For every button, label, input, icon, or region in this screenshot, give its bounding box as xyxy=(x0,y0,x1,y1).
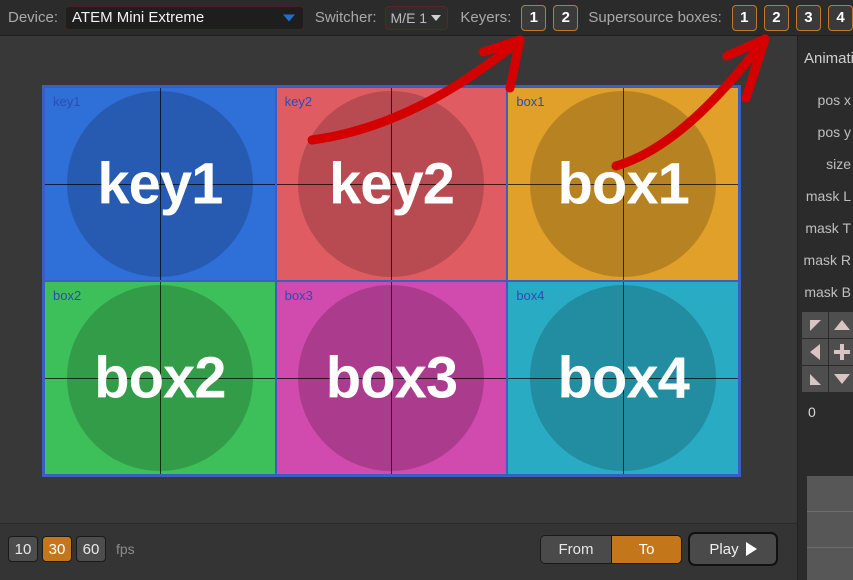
cell-title: box2 xyxy=(94,345,226,411)
cell-corner-label: box1 xyxy=(516,94,545,109)
app-window: Device: ATEM Mini Extreme Switcher: M/E … xyxy=(0,0,853,580)
box-grid: key1 key1 key2 key2 box1 box1 box2 box2 … xyxy=(42,85,741,477)
cell-corner-label: key1 xyxy=(53,94,81,109)
animation-sidebar: Animation pos x pos y size mask L mask T… xyxy=(797,36,853,580)
grid-cell-box4[interactable]: box4 box4 xyxy=(507,281,739,475)
grid-cell-box2[interactable]: box2 box2 xyxy=(44,281,276,475)
switcher-dropdown[interactable]: M/E 1 xyxy=(384,5,449,30)
fps-unit-label: fps xyxy=(116,541,135,557)
keyer-button-1[interactable]: 1 xyxy=(521,4,547,31)
property-row-mask-b[interactable]: mask B xyxy=(798,276,853,308)
sidebar-title: Animation xyxy=(804,50,853,67)
fps-button-30[interactable]: 30 xyxy=(42,536,72,562)
keyframe-list xyxy=(807,476,853,580)
supersource-button-4[interactable]: 4 xyxy=(827,4,853,31)
grid-cell-key2[interactable]: key2 key2 xyxy=(275,87,508,281)
property-rows: pos x pos y size mask L mask T mask R ma… xyxy=(798,84,853,308)
cell-title: key2 xyxy=(328,151,455,217)
list-item[interactable] xyxy=(807,548,853,580)
switcher-dropdown-value: M/E 1 xyxy=(390,9,428,26)
arrow-left-icon xyxy=(810,344,820,360)
grid-cell-box3[interactable]: box3 box3 xyxy=(275,281,508,475)
device-dropdown-value: ATEM Mini Extreme xyxy=(72,9,205,26)
cell-title: box1 xyxy=(557,151,689,217)
play-button-label: Play xyxy=(709,540,739,558)
chevron-down-icon xyxy=(282,14,295,21)
supersource-label: Supersource boxes: xyxy=(588,9,722,26)
list-item[interactable] xyxy=(807,476,853,512)
cell-corner-label: box3 xyxy=(284,288,313,303)
cell-corner-label: key2 xyxy=(284,94,313,109)
animation-value: 0 xyxy=(808,404,816,420)
fps-button-10[interactable]: 10 xyxy=(8,536,38,562)
arrow-up-button[interactable] xyxy=(829,312,853,338)
property-row-pos-x[interactable]: pos x xyxy=(798,84,853,116)
from-button[interactable]: From xyxy=(541,536,611,563)
center-button[interactable] xyxy=(829,339,853,365)
from-to-toggle: From To xyxy=(540,535,682,564)
switcher-label: Switcher: xyxy=(314,9,377,26)
cell-title: key1 xyxy=(97,151,223,217)
keyer-button-2[interactable]: 2 xyxy=(553,4,579,31)
bottom-toolbar: 10 30 60 fps From To Play xyxy=(0,523,797,580)
chevron-down-icon xyxy=(431,14,442,21)
direction-pad xyxy=(802,312,853,392)
preview-canvas: key1 key1 key2 key2 box1 box1 box2 box2 … xyxy=(0,36,797,523)
supersource-button-2[interactable]: 2 xyxy=(763,4,789,31)
property-row-mask-l[interactable]: mask L xyxy=(798,180,853,212)
corner-down-left-icon xyxy=(809,373,821,385)
arrow-left-button[interactable] xyxy=(802,339,828,365)
supersource-button-3[interactable]: 3 xyxy=(795,4,821,31)
keyers-label: Keyers: xyxy=(460,9,512,26)
property-row-mask-t[interactable]: mask T xyxy=(798,212,853,244)
cell-title: box3 xyxy=(325,345,458,411)
grid-cell-box1[interactable]: box1 box1 xyxy=(507,87,739,281)
arrow-down-icon xyxy=(834,374,850,384)
play-icon xyxy=(745,542,757,556)
fps-button-60[interactable]: 60 xyxy=(76,536,106,562)
to-button[interactable]: To xyxy=(611,536,681,563)
plus-icon xyxy=(834,344,850,360)
device-label: Device: xyxy=(8,9,59,26)
cell-corner-label: box4 xyxy=(516,288,545,303)
grid-cell-key1[interactable]: key1 key1 xyxy=(44,87,276,281)
fps-selector: 10 30 60 fps xyxy=(8,536,135,562)
cell-title: box4 xyxy=(557,345,689,411)
top-toolbar: Device: ATEM Mini Extreme Switcher: M/E … xyxy=(0,0,853,36)
play-button[interactable]: Play xyxy=(688,532,778,566)
supersource-button-1[interactable]: 1 xyxy=(731,4,757,31)
corner-up-left-button[interactable] xyxy=(802,312,828,338)
corner-up-left-icon xyxy=(809,319,821,331)
property-row-size[interactable]: size xyxy=(798,148,853,180)
corner-down-left-button[interactable] xyxy=(802,366,828,392)
property-row-pos-y[interactable]: pos y xyxy=(798,116,853,148)
arrow-up-icon xyxy=(834,320,850,330)
cell-corner-label: box2 xyxy=(53,288,82,303)
arrow-down-button[interactable] xyxy=(829,366,853,392)
property-row-mask-r[interactable]: mask R xyxy=(798,244,853,276)
device-dropdown[interactable]: ATEM Mini Extreme xyxy=(65,5,304,30)
list-item[interactable] xyxy=(807,512,853,548)
